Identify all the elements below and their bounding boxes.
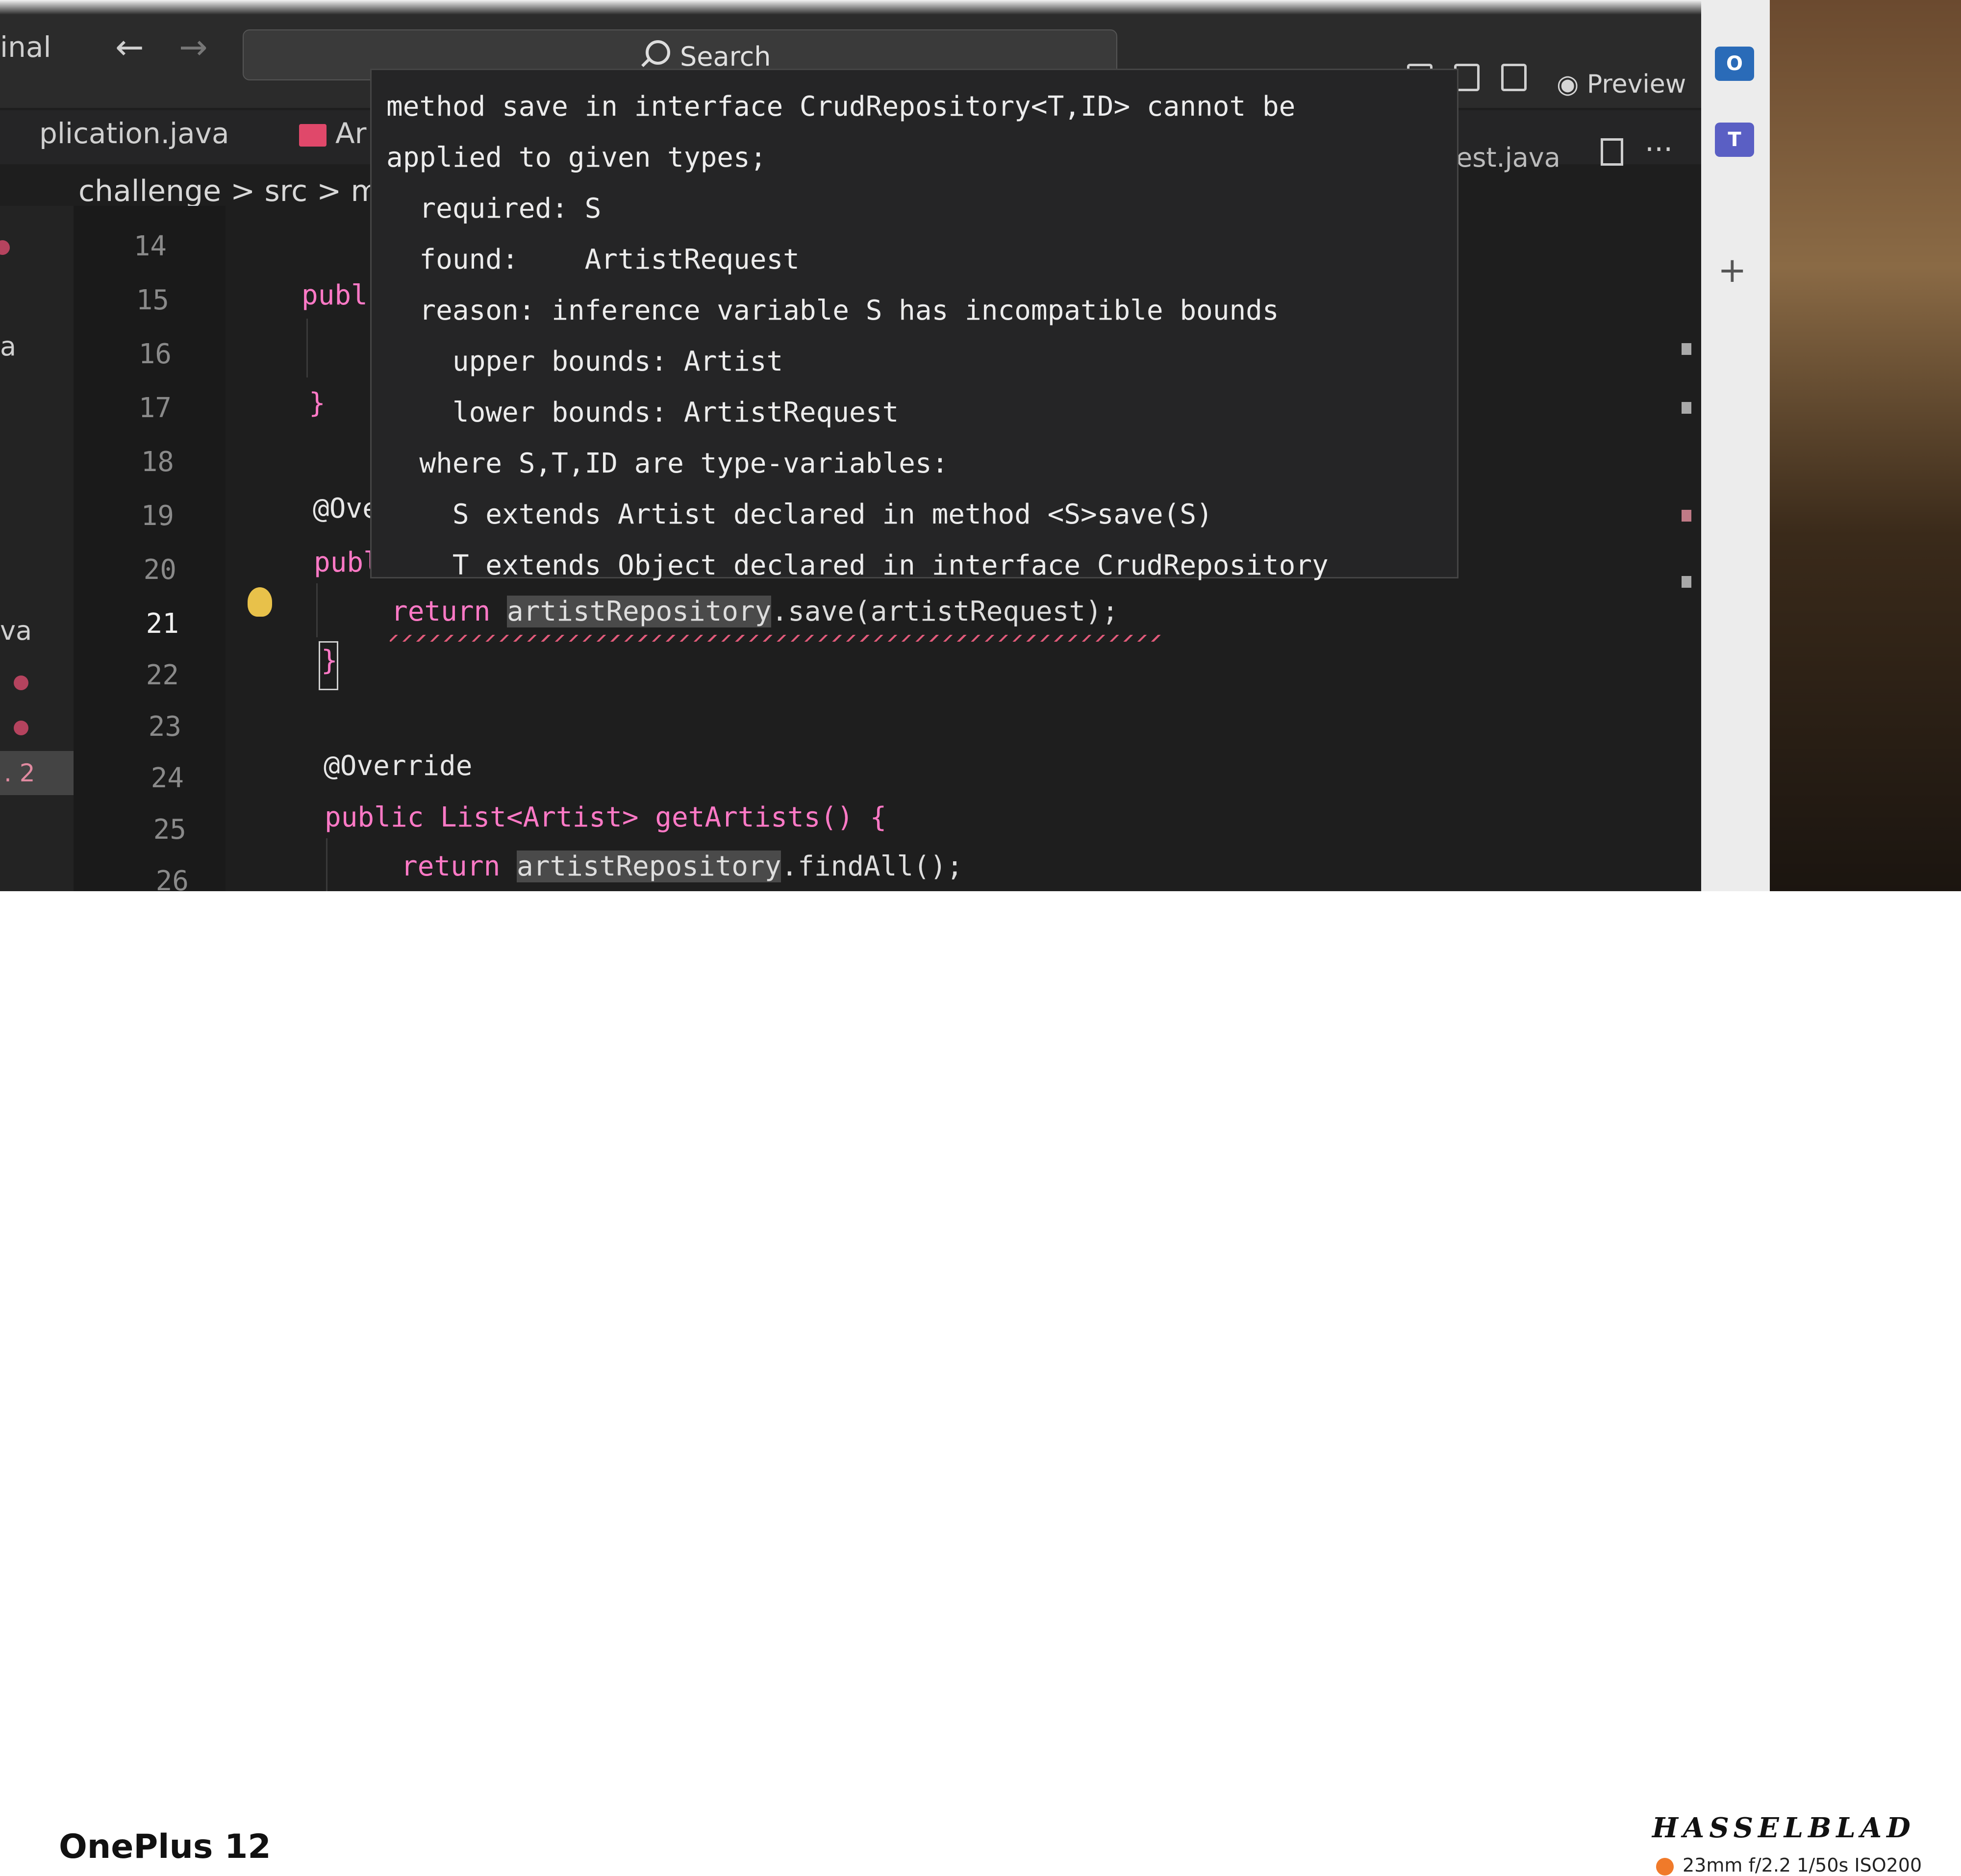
code-line-15[interactable]: publ (302, 279, 368, 311)
photo-area: inal ← → Search ◉ Preview plication.java… (0, 0, 1961, 891)
scrollbar-error-marker[interactable] (1682, 510, 1691, 522)
indent-guide (326, 838, 327, 891)
tooltip-line: reason: inference variable S has incompa… (386, 295, 1279, 326)
more-actions-icon[interactable]: ··· (1645, 132, 1673, 167)
outlook-icon[interactable]: O (1715, 47, 1754, 81)
lightbulb-quick-fix-icon[interactable] (248, 587, 272, 617)
line-number: 15 (136, 284, 169, 316)
error-dot (14, 675, 28, 690)
line-number: 20 (143, 554, 176, 586)
code-line-25[interactable]: public List<Artist> getArtists() { (325, 801, 886, 833)
problems-badge: . 2 (0, 751, 74, 795)
line-number: 16 (138, 338, 172, 370)
exif-text: 23mm f/2.2 1/50s ISO200 (1683, 1854, 1922, 1876)
preview-button[interactable]: ◉ Preview (1557, 70, 1686, 99)
error-squiggle (390, 635, 1164, 642)
java-file-icon (299, 124, 327, 147)
tooltip-line: lower bounds: ArtistRequest (386, 397, 899, 428)
error-hover-tooltip: method save in interface CrudRepository<… (370, 69, 1458, 581)
line-number: 23 (148, 711, 181, 743)
line-number: 14 (133, 230, 167, 262)
line-number: 24 (151, 762, 184, 794)
error-dot (14, 721, 28, 735)
code-line-21[interactable]: return artistRepository.save(artistReque… (391, 596, 1118, 627)
tooltip-line: where S,T,ID are type-variables: (386, 448, 949, 479)
explorer-fragment: va (0, 615, 32, 646)
tab-application-java[interactable]: plication.java (39, 117, 229, 150)
line-number: 17 (138, 392, 172, 424)
photo-watermark-bar: OnePlus 12 HASSELBLAD 23mm f/2.2 1/50s I… (0, 891, 1961, 1876)
tooltip-line: found: ArtistRequest (386, 244, 800, 275)
ide-window: inal ← → Search ◉ Preview plication.java… (0, 0, 1701, 891)
forward-arrow-icon[interactable]: → (179, 27, 208, 67)
indent-guide (306, 319, 308, 377)
back-arrow-icon[interactable]: ← (115, 27, 144, 67)
exif-info: 23mm f/2.2 1/50s ISO200 (1656, 1854, 1922, 1876)
code-line-24[interactable]: @Override (324, 750, 472, 782)
exif-dot-icon (1656, 1857, 1674, 1876)
scrollbar-marker[interactable] (1682, 576, 1691, 588)
tooltip-line: T extends Object declared in interface C… (386, 550, 1329, 581)
tab-artist-java[interactable]: Ar (299, 117, 367, 150)
highlighted-symbol: artistRepository (517, 850, 781, 882)
code-line-22[interactable]: } (321, 645, 338, 676)
indent-guide (316, 583, 318, 637)
line-number: 26 (155, 865, 189, 891)
side-app-rail: O T + (1701, 0, 1770, 891)
highlighted-symbol: artistRepository (507, 596, 772, 627)
camera-brand: HASSELBLAD (1652, 1812, 1915, 1844)
split-editor-icon[interactable] (1601, 138, 1623, 166)
line-number: 25 (153, 814, 186, 846)
tooltip-line: S extends Artist declared in method <S>s… (386, 499, 1213, 530)
modified-dot (0, 240, 10, 255)
line-number: 21 (146, 608, 179, 640)
toggle-secondary-sidebar-icon[interactable] (1501, 64, 1527, 91)
line-number: 18 (141, 446, 174, 478)
line-number: 19 (141, 500, 174, 532)
preview-label: Preview (1586, 70, 1686, 99)
code-line-17[interactable]: } (309, 387, 326, 419)
code-line-19[interactable]: @Ove (313, 493, 379, 525)
title-bar-glare (0, 0, 1701, 15)
eye-icon: ◉ (1557, 70, 1587, 99)
device-name: OnePlus 12 (59, 1827, 271, 1866)
tooltip-line: required: S (386, 193, 602, 225)
code-line-26[interactable]: return artistRepository.findAll(); (401, 850, 963, 882)
scrollbar-marker[interactable] (1682, 343, 1691, 355)
tooltip-line: upper bounds: Artist (386, 346, 783, 377)
scrollbar-marker[interactable] (1682, 402, 1691, 414)
room-background (1770, 0, 1961, 891)
teams-icon[interactable]: T (1715, 123, 1754, 157)
tooltip-line: method save in interface CrudRepository<… (386, 91, 1296, 123)
window-title: inal (0, 30, 51, 64)
tooltip-line: applied to given types; (386, 142, 767, 174)
explorer-fragment: a (0, 331, 17, 362)
tab-label: Ar (335, 117, 367, 150)
tab-test-java[interactable]: est.java (1456, 142, 1560, 173)
search-icon (646, 40, 670, 65)
add-icon[interactable]: + (1718, 250, 1747, 290)
line-number: 22 (146, 659, 179, 691)
search-label: Search (680, 41, 771, 72)
